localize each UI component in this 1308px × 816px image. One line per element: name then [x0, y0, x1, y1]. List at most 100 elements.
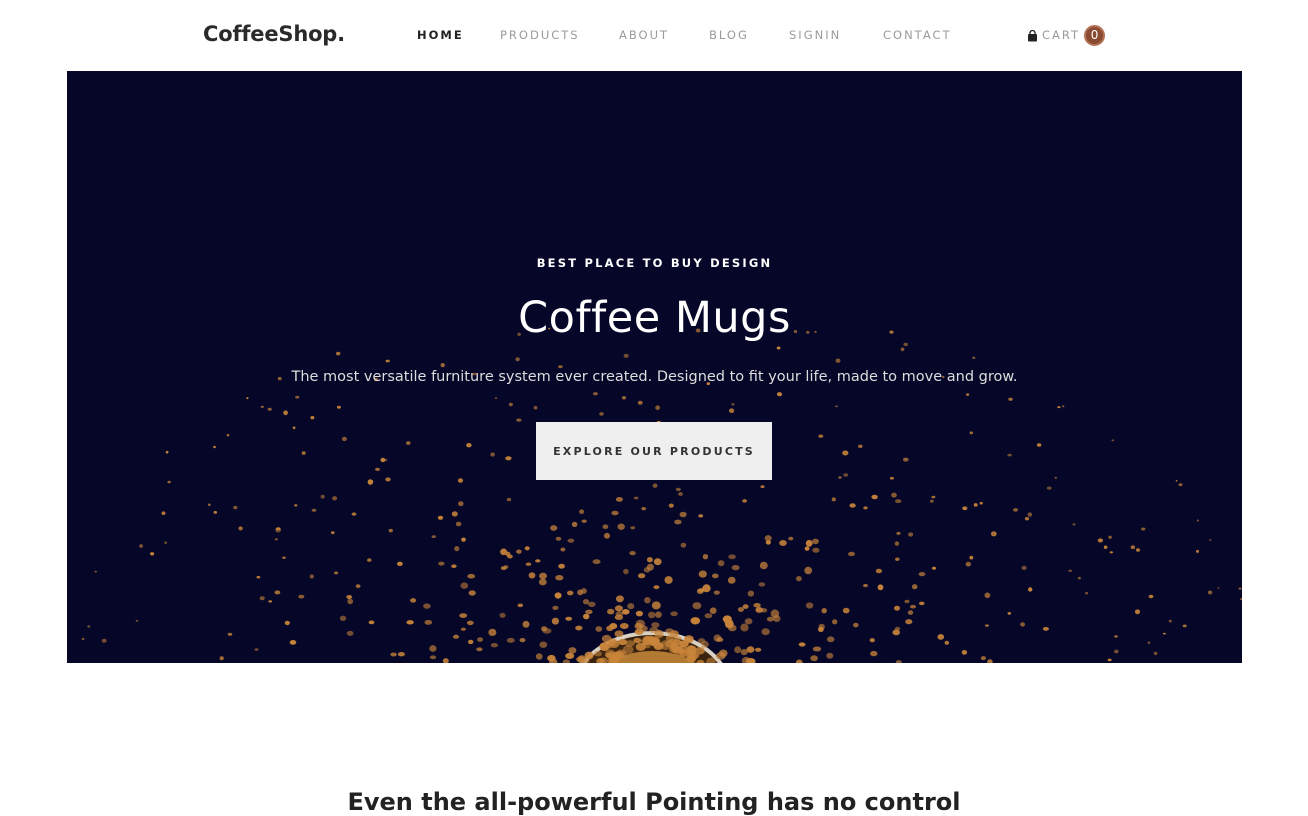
coffee-ground-particle — [648, 611, 656, 619]
coffee-ground-particle — [94, 570, 97, 573]
coffee-ground-particle — [233, 505, 238, 510]
nav-link-blog[interactable]: BLOG — [709, 28, 749, 42]
coffee-ground-particle — [380, 457, 386, 463]
coffee-ground-particle — [635, 610, 644, 617]
coffee-ground-particle — [579, 509, 585, 514]
brand-logo[interactable]: CoffeeShop. — [203, 22, 345, 46]
coffee-ground-particle — [670, 611, 678, 617]
coffee-ground-particle — [702, 554, 709, 560]
nav-link-signin[interactable]: SIGNIN — [789, 28, 841, 42]
coffee-ground-particle — [539, 641, 548, 648]
coffee-ground-particle — [274, 538, 278, 541]
coffee-ground-particle — [627, 603, 635, 610]
coffee-ground-particle — [575, 625, 583, 631]
coffee-ground-particle — [918, 572, 926, 577]
cart-count-badge: 0 — [1084, 24, 1106, 46]
coffee-ground-particle — [680, 542, 687, 548]
nav-link-products[interactable]: PRODUCTS — [500, 28, 580, 42]
coffee-ground-particle — [488, 628, 497, 637]
coffee-ground-particle — [990, 531, 997, 537]
coffee-ground-particle — [1103, 545, 1108, 549]
coffee-ground-particle — [911, 584, 918, 590]
coffee-ground-particle — [367, 558, 372, 562]
coffee-ground-particle — [670, 642, 678, 649]
shopping-bag-icon — [1027, 29, 1038, 42]
coffee-ground-particle — [709, 607, 717, 614]
coffee-ground-particle — [764, 535, 772, 542]
coffee-ground-particle — [551, 617, 559, 625]
coffee-ground-particle — [339, 615, 347, 621]
coffee-ground-particle — [653, 585, 660, 590]
coffee-ground-particle — [460, 627, 466, 631]
coffee-ground-particle — [698, 588, 705, 592]
coffee-ground-particle — [461, 537, 466, 542]
coffee-ground-particle — [336, 351, 341, 356]
coffee-ground-particle — [87, 625, 91, 628]
coffee-ground-particle — [167, 480, 171, 484]
coffee-ground-particle — [460, 582, 469, 589]
coffee-ground-particle — [585, 609, 593, 615]
coffee-ground-particle — [1168, 619, 1172, 623]
coffee-ground-particle — [164, 541, 168, 544]
coffee-ground-particle — [779, 540, 787, 546]
coffee-ground-particle — [848, 551, 855, 557]
coffee-ground-particle — [805, 602, 814, 609]
coffee-ground-particle — [869, 638, 875, 643]
coffee-ground-particle — [760, 485, 765, 488]
coffee-ground-particle — [524, 546, 530, 551]
coffee-ground-particle — [664, 576, 673, 584]
coffee-ground-particle — [678, 492, 683, 496]
coffee-ground-particle — [490, 643, 499, 648]
coffee-ground-particle — [618, 638, 627, 646]
coffee-ground-particle — [842, 607, 850, 614]
coffee-ground-particle — [292, 426, 296, 430]
coffee-ground-particle — [508, 402, 513, 407]
coffee-ground-particle — [213, 510, 218, 514]
coffee-ground-particle — [728, 554, 736, 560]
nav-link-about[interactable]: ABOUT — [619, 28, 669, 42]
coffee-ground-particle — [1046, 486, 1052, 490]
coffee-ground-particle — [458, 501, 464, 507]
coffee-ground-particle — [635, 619, 646, 628]
coffee-ground-particle — [1085, 592, 1089, 595]
coffee-ground-particle — [368, 620, 375, 625]
coffee-ground-particle — [1072, 523, 1076, 526]
coffee-ground-particle — [895, 557, 900, 561]
coffee-ground-particle — [592, 559, 601, 565]
hero-banner: BEST PLACE TO BUY DESIGN Coffee Mugs The… — [67, 71, 1242, 663]
coffee-ground-particle — [653, 558, 662, 566]
coffee-ground-particle — [651, 622, 660, 628]
coffee-ground-particle — [973, 503, 978, 507]
coffee-ground-particle — [655, 405, 660, 411]
coffee-ground-particle — [842, 450, 849, 456]
coffee-ground-particle — [611, 510, 619, 516]
coffee-ground-particle — [835, 358, 841, 363]
coffee-ground-particle — [459, 613, 468, 618]
nav-link-home[interactable]: HOME — [417, 28, 464, 42]
coffee-ground-particle — [795, 659, 803, 663]
coffee-ground-particle — [594, 650, 602, 657]
coffee-ground-particle — [552, 605, 559, 611]
coffee-ground-particle — [1196, 549, 1199, 553]
coffee-ground-particle — [1097, 538, 1103, 543]
coffee-ground-particle — [213, 445, 216, 449]
coffee-ground-particle — [522, 620, 530, 628]
explore-products-button[interactable]: EXPLORE OUR PRODUCTS — [536, 422, 772, 480]
coffee-ground-particle — [385, 359, 390, 363]
coffee-ground-particle — [717, 560, 725, 567]
coffee-ground-particle — [274, 590, 281, 595]
coffee-ground-particle — [692, 602, 702, 610]
coffee-ground-particle — [753, 603, 761, 608]
coffee-ground-particle — [506, 637, 515, 643]
coffee-ground-particle — [665, 634, 674, 642]
coffee-ground-particle — [276, 527, 281, 531]
coffee-ground-particle — [961, 650, 968, 655]
coffee-ground-particle — [516, 418, 522, 422]
coffee-ground-particle — [1042, 627, 1049, 631]
coffee-ground-particle — [679, 511, 687, 518]
cart-link[interactable]: CART 0 — [1027, 24, 1106, 46]
coffee-ground-particle — [655, 611, 662, 618]
coffee-ground-particle — [1013, 508, 1018, 512]
nav-link-contact[interactable]: CONTACT — [883, 28, 952, 42]
coffee-ground-particle — [713, 634, 722, 642]
